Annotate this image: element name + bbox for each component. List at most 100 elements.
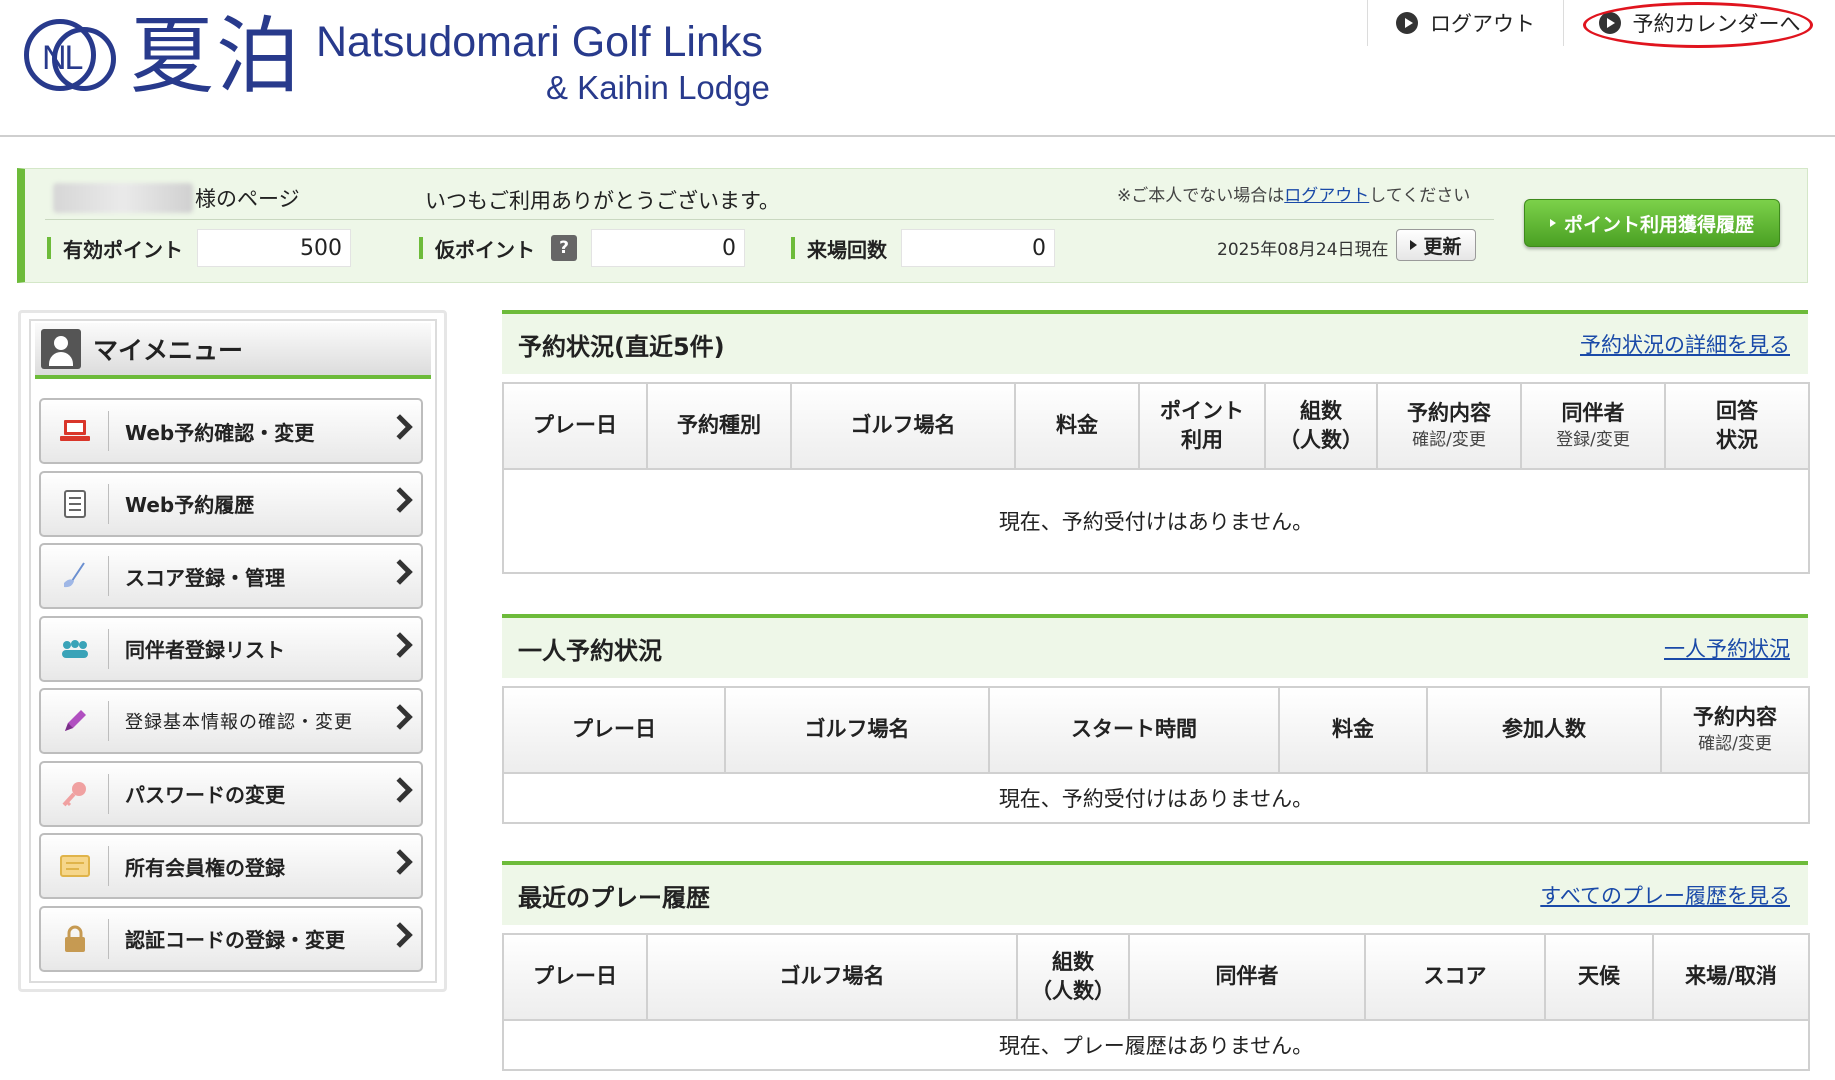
col-groups: 組数 （人数） xyxy=(1264,382,1378,470)
menu-membership-registration[interactable]: 所有会員権の登録 xyxy=(39,833,423,899)
solo-empty-message: 現在、予約受付けはありません。 xyxy=(502,772,1810,824)
chevron-right-icon xyxy=(387,414,413,440)
chevron-right-icon xyxy=(387,631,413,658)
col-golf-course: ゴルフ場名 xyxy=(790,382,1016,470)
col-companions: 同伴者 xyxy=(1128,933,1366,1021)
solo-reservations-panel: 一人予約状況 一人予約状況 プレー日 ゴルフ場名 スタート時間 料金 参加人数 … xyxy=(502,614,1810,824)
member-name-suffix: 様のページ xyxy=(195,187,300,211)
logout-link[interactable]: ログアウト xyxy=(1367,0,1563,46)
col-play-date: プレー日 xyxy=(502,686,726,774)
history-all-link[interactable]: すべてのプレー履歴を見る xyxy=(1540,880,1790,910)
reservations-panel: 予約状況(直近5件) 予約状況の詳細を見る プレー日 予約種別 ゴルフ場名 料金… xyxy=(502,310,1810,574)
col-golf-course: ゴルフ場名 xyxy=(724,686,990,774)
col-fee: 料金 xyxy=(1014,382,1140,470)
chevron-right-icon xyxy=(387,921,413,948)
col-companions: 同伴者 登録/変更 xyxy=(1520,382,1666,470)
triangle-icon xyxy=(1549,219,1556,227)
col-weather: 天候 xyxy=(1544,933,1654,1021)
my-menu-list: Web予約確認・変更 Web予約履歴 スコア登録・管理 同伴者登録リスト 登録基… xyxy=(39,398,423,978)
member-name: 様のページ xyxy=(53,183,300,213)
reservations-header: 予約状況(直近5件) 予約状況の詳細を見る xyxy=(502,310,1808,374)
chevron-right-icon xyxy=(387,704,413,730)
menu-web-reservation-history[interactable]: Web予約履歴 xyxy=(39,470,423,537)
chevron-right-icon xyxy=(387,486,413,513)
pencil-icon xyxy=(41,701,109,741)
calendar-label: 予約カレンダーへ xyxy=(1632,12,1801,36)
triangle-icon xyxy=(1410,240,1418,250)
logo-english: Natsudomari Golf Links & Kaihin Lodge xyxy=(316,18,770,107)
solo-link[interactable]: 一人予約状況 xyxy=(1664,633,1790,663)
col-start-time: スタート時間 xyxy=(988,686,1280,774)
greeting-text: いつもご利用ありがとうございます。 xyxy=(425,189,780,213)
menu-password-change[interactable]: パスワードの変更 xyxy=(39,760,423,827)
people-icon xyxy=(41,628,109,669)
site-logo[interactable]: NL 夏泊 xyxy=(22,6,302,106)
col-reservation-content: 予約内容 確認/変更 xyxy=(1376,382,1522,470)
menu-score-management[interactable]: スコア登録・管理 xyxy=(39,543,423,609)
solo-header: 一人予約状況 一人予約状況 xyxy=(502,614,1808,678)
chevron-right-icon xyxy=(387,776,413,803)
logo-english-line1: Natsudomari Golf Links xyxy=(316,18,763,66)
col-groups: 組数 （人数） xyxy=(1016,933,1130,1021)
as-of-date: 2025年08月24日現在 xyxy=(1217,240,1389,260)
history-title: 最近のプレー履歴 xyxy=(518,883,710,912)
logout-label: ログアウト xyxy=(1430,12,1535,36)
notice-logout-link[interactable]: ログアウト xyxy=(1284,186,1369,206)
document-icon xyxy=(41,483,109,524)
col-play-date: プレー日 xyxy=(502,933,648,1021)
temp-points-value: 0 xyxy=(591,229,745,267)
reservations-table: プレー日 予約種別 ゴルフ場名 料金 ポイント 利用 組数 （人数） 予約内容確… xyxy=(502,382,1810,574)
reservation-calendar-link[interactable]: 予約カレンダーへ xyxy=(1563,0,1835,48)
col-response-status: 回答 状況 xyxy=(1664,382,1810,470)
lock-icon xyxy=(41,918,109,959)
reservations-title: 予約状況(直近5件) xyxy=(518,332,725,361)
solo-title: 一人予約状況 xyxy=(518,636,662,665)
points-history-button[interactable]: ポイント利用獲得履歴 xyxy=(1524,199,1780,247)
divider xyxy=(45,219,1494,220)
person-icon xyxy=(41,329,81,369)
col-score: スコア xyxy=(1364,933,1546,1021)
reservations-empty-message: 現在、予約受付けはありません。 xyxy=(502,468,1810,574)
temp-points-label: 仮ポイント xyxy=(419,237,535,262)
col-visit-cancel: 来場/取消 xyxy=(1652,933,1810,1021)
update-button[interactable]: 更新 xyxy=(1396,229,1476,261)
history-empty-message: 現在、プレー履歴はありません。 xyxy=(502,1019,1810,1071)
col-play-date: プレー日 xyxy=(502,382,648,470)
site-header: NL 夏泊 Natsudomari Golf Links & Kaihin Lo… xyxy=(0,0,1835,137)
golf-club-icon xyxy=(41,556,109,596)
temp-points-field: 仮ポイント ? 0 xyxy=(419,229,745,267)
valid-points-label: 有効ポイント xyxy=(47,237,183,262)
logo-english-line2: & Kaihin Lodge xyxy=(546,69,770,106)
chevron-right-icon xyxy=(387,849,413,875)
help-icon[interactable]: ? xyxy=(551,235,577,261)
not-you-notice: ※ご本人でない場合はログアウトしてください xyxy=(1117,186,1471,206)
menu-profile-edit[interactable]: 登録基本情報の確認・変更 xyxy=(39,688,423,754)
laptop-icon xyxy=(41,411,109,451)
logo-mark: NL xyxy=(22,9,124,103)
card-icon xyxy=(41,846,109,886)
menu-web-reservation-check[interactable]: Web予約確認・変更 xyxy=(39,398,423,464)
solo-table: プレー日 ゴルフ場名 スタート時間 料金 参加人数 予約内容 確認/変更 現在、予… xyxy=(502,686,1810,824)
logo-kanji: 夏泊 xyxy=(130,7,303,105)
history-header: 最近のプレー履歴 すべてのプレー履歴を見る xyxy=(502,861,1808,925)
reservations-detail-link[interactable]: 予約状況の詳細を見る xyxy=(1580,329,1790,359)
visits-value: 0 xyxy=(901,229,1055,267)
play-icon xyxy=(1396,12,1418,34)
menu-companion-list[interactable]: 同伴者登録リスト xyxy=(39,615,423,682)
col-participants: 参加人数 xyxy=(1426,686,1662,774)
visits-label: 来場回数 xyxy=(791,237,887,262)
valid-points-field: 有効ポイント 500 xyxy=(47,229,351,267)
top-nav: ログアウト 予約カレンダーへ xyxy=(1367,0,1835,50)
play-icon xyxy=(1598,12,1621,34)
redacted-name xyxy=(53,183,193,213)
menu-auth-code[interactable]: 認証コードの登録・変更 xyxy=(39,905,423,972)
member-info-bar: 様のページ いつもご利用ありがとうございます。 ※ご本人でない場合はログアウトし… xyxy=(17,168,1808,283)
history-table: プレー日 ゴルフ場名 組数 （人数） 同伴者 スコア 天候 来場/取消 現在、プ… xyxy=(502,933,1810,1071)
my-menu-title: マイメニュー xyxy=(35,323,431,379)
chevron-right-icon xyxy=(387,559,413,585)
my-menu-sidebar: マイメニュー Web予約確認・変更 Web予約履歴 スコア登録・管理 同伴者登録… xyxy=(18,310,447,992)
col-point-use: ポイント 利用 xyxy=(1138,382,1266,470)
col-fee: 料金 xyxy=(1278,686,1428,774)
key-icon xyxy=(41,773,109,814)
visits-field: 来場回数 0 xyxy=(791,229,1055,267)
